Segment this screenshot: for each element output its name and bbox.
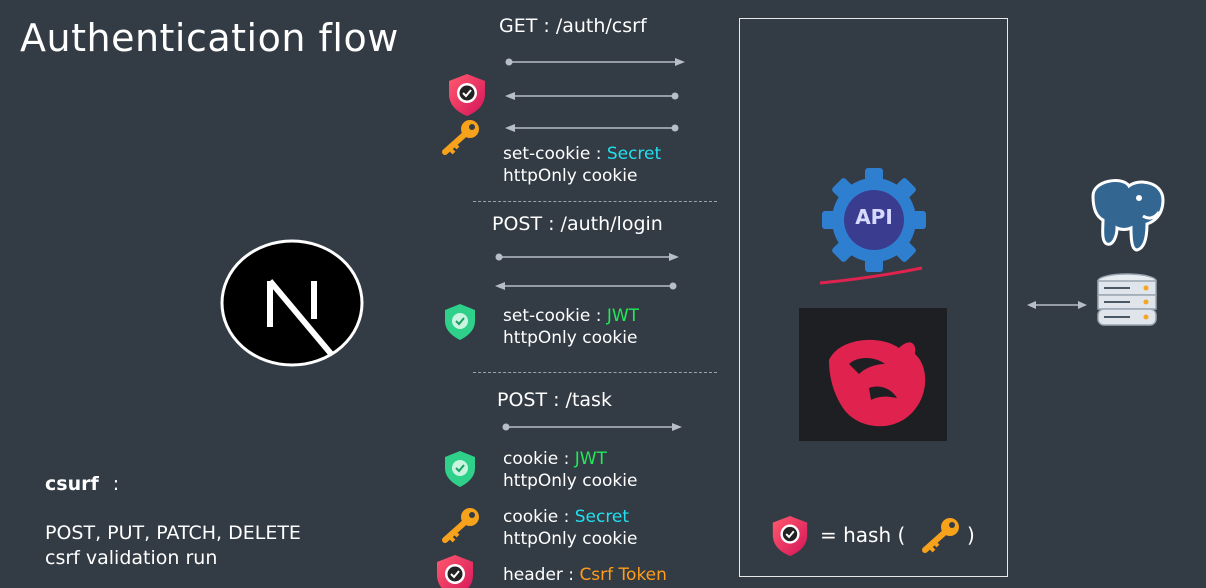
request-get-csrf: GET : /auth/csrf bbox=[499, 15, 647, 37]
csrf-token-value: Csrf Token bbox=[579, 565, 667, 585]
hash-suffix: ) bbox=[967, 523, 975, 547]
arrow-right bbox=[505, 58, 685, 66]
csurf-methods: POST, PUT, PATCH, DELETE bbox=[45, 522, 301, 544]
set-cookie-secret: set-cookie : Secret bbox=[503, 144, 662, 164]
jwt-shield-icon bbox=[443, 450, 477, 488]
key-icon bbox=[920, 516, 962, 554]
arrow-left bbox=[495, 282, 677, 290]
nextjs-logo-icon bbox=[220, 239, 364, 367]
request-post-task: POST : /task bbox=[497, 389, 612, 411]
cookie-jwt: cookie : JWT bbox=[503, 449, 607, 469]
database-icon bbox=[1096, 273, 1158, 331]
csrf-shield-icon bbox=[433, 553, 477, 588]
secret-value: Secret bbox=[574, 507, 630, 527]
httponly-note: httpOnly cookie bbox=[503, 166, 638, 186]
jwt-value: JWT bbox=[606, 306, 640, 326]
api-gear-icon bbox=[812, 168, 936, 292]
httponly-note: httpOnly cookie bbox=[503, 328, 638, 348]
section-divider bbox=[473, 201, 717, 202]
nestjs-logo-icon bbox=[799, 308, 947, 441]
csurf-heading: csurf : bbox=[45, 471, 119, 497]
key-icon bbox=[440, 118, 482, 156]
arrow-left bbox=[505, 124, 679, 132]
jwt-shield-icon bbox=[443, 303, 477, 341]
csurf-note: csrf validation run bbox=[45, 547, 218, 569]
set-cookie-jwt: set-cookie : JWT bbox=[503, 306, 640, 326]
httponly-note: httpOnly cookie bbox=[503, 471, 638, 491]
section-divider bbox=[473, 372, 717, 373]
hash-prefix: = hash ( bbox=[820, 523, 906, 547]
api-label: API bbox=[855, 205, 893, 229]
request-post-login: POST : /auth/login bbox=[492, 213, 663, 235]
arrow-right bbox=[502, 423, 682, 431]
csurf-colon: : bbox=[112, 473, 120, 495]
header-csrf-token: header : Csrf Token bbox=[503, 565, 667, 585]
jwt-value: JWT bbox=[574, 449, 607, 469]
arrow-bidirectional bbox=[1027, 301, 1087, 309]
server-box bbox=[739, 18, 1008, 577]
secret-value: Secret bbox=[606, 144, 662, 164]
csurf-title: csurf bbox=[45, 473, 99, 495]
page-title: Authentication flow bbox=[20, 16, 399, 60]
key-icon bbox=[440, 506, 482, 544]
arrow-right bbox=[495, 253, 679, 261]
csrf-shield-icon bbox=[769, 514, 811, 558]
cookie-secret: cookie : Secret bbox=[503, 507, 630, 527]
httponly-note: httpOnly cookie bbox=[503, 529, 638, 549]
csrf-shield-icon bbox=[445, 72, 489, 118]
postgresql-elephant-icon bbox=[1083, 176, 1169, 254]
arrow-left bbox=[505, 92, 679, 100]
